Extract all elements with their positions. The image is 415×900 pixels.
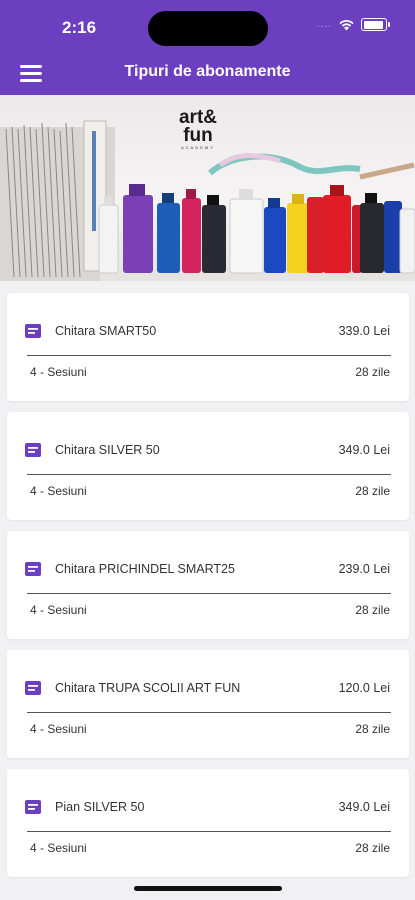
- app-header: 2:16 .... Tipuri de abonamente: [0, 0, 415, 95]
- divider: [27, 831, 391, 832]
- subscription-card[interactable]: Chitara SMART50 339.0 Lei 4 - Sesiuni 28…: [7, 293, 409, 401]
- subscription-days: 28 zile: [355, 841, 390, 855]
- divider: [27, 712, 391, 713]
- signal-dots: ....: [316, 19, 332, 30]
- paint-bottles-illustration: [98, 153, 415, 281]
- wifi-icon: [339, 19, 354, 30]
- subscription-price: 239.0 Lei: [338, 562, 390, 576]
- subscription-sessions: 4 - Sesiuni: [30, 603, 87, 617]
- divider: [27, 474, 391, 475]
- subscription-price: 349.0 Lei: [338, 800, 390, 814]
- card-list-icon: [25, 324, 41, 338]
- subscription-name: Pian SILVER 50: [55, 800, 145, 814]
- status-time: 2:16: [62, 18, 97, 37]
- subscription-days: 28 zile: [355, 484, 390, 498]
- card-list-icon: [25, 800, 41, 814]
- subscription-days: 28 zile: [355, 603, 390, 617]
- subscription-price: 339.0 Lei: [338, 324, 390, 338]
- dynamic-island: [148, 11, 268, 46]
- subscription-card[interactable]: Chitara PRICHINDEL SMART25 239.0 Lei 4 -…: [7, 531, 409, 639]
- divider: [27, 355, 391, 356]
- card-list-icon: [25, 562, 41, 576]
- card-list-icon: [25, 681, 41, 695]
- status-icons: ....: [316, 18, 390, 31]
- page-title: Tipuri de abonamente: [124, 63, 291, 80]
- subscription-price: 349.0 Lei: [338, 443, 390, 457]
- subscription-sessions: 4 - Sesiuni: [30, 841, 87, 855]
- subscription-days: 28 zile: [355, 722, 390, 736]
- subscription-name: Chitara SILVER 50: [55, 443, 160, 457]
- banner-image: art& fun ACADEMY: [0, 95, 415, 281]
- subscription-price: 120.0 Lei: [338, 681, 390, 695]
- card-list-icon: [25, 443, 41, 457]
- subscription-name: Chitara PRICHINDEL SMART25: [55, 562, 235, 576]
- subscription-sessions: 4 - Sesiuni: [30, 484, 87, 498]
- subscription-card[interactable]: Chitara TRUPA SCOLII ART FUN 120.0 Lei 4…: [7, 650, 409, 758]
- subscription-name: Chitara SMART50: [55, 324, 157, 338]
- home-indicator[interactable]: [134, 886, 282, 891]
- subscription-card[interactable]: Pian SILVER 50 349.0 Lei 4 - Sesiuni 28 …: [7, 769, 409, 877]
- subscription-name: Chitara TRUPA SCOLII ART FUN: [55, 681, 241, 695]
- divider: [27, 593, 391, 594]
- subscription-sessions: 4 - Sesiuni: [30, 722, 87, 736]
- subscription-days: 28 zile: [355, 365, 390, 379]
- battery-icon: [361, 18, 390, 31]
- subscription-card[interactable]: Chitara SILVER 50 349.0 Lei 4 - Sesiuni …: [7, 412, 409, 520]
- subscription-sessions: 4 - Sesiuni: [30, 365, 87, 379]
